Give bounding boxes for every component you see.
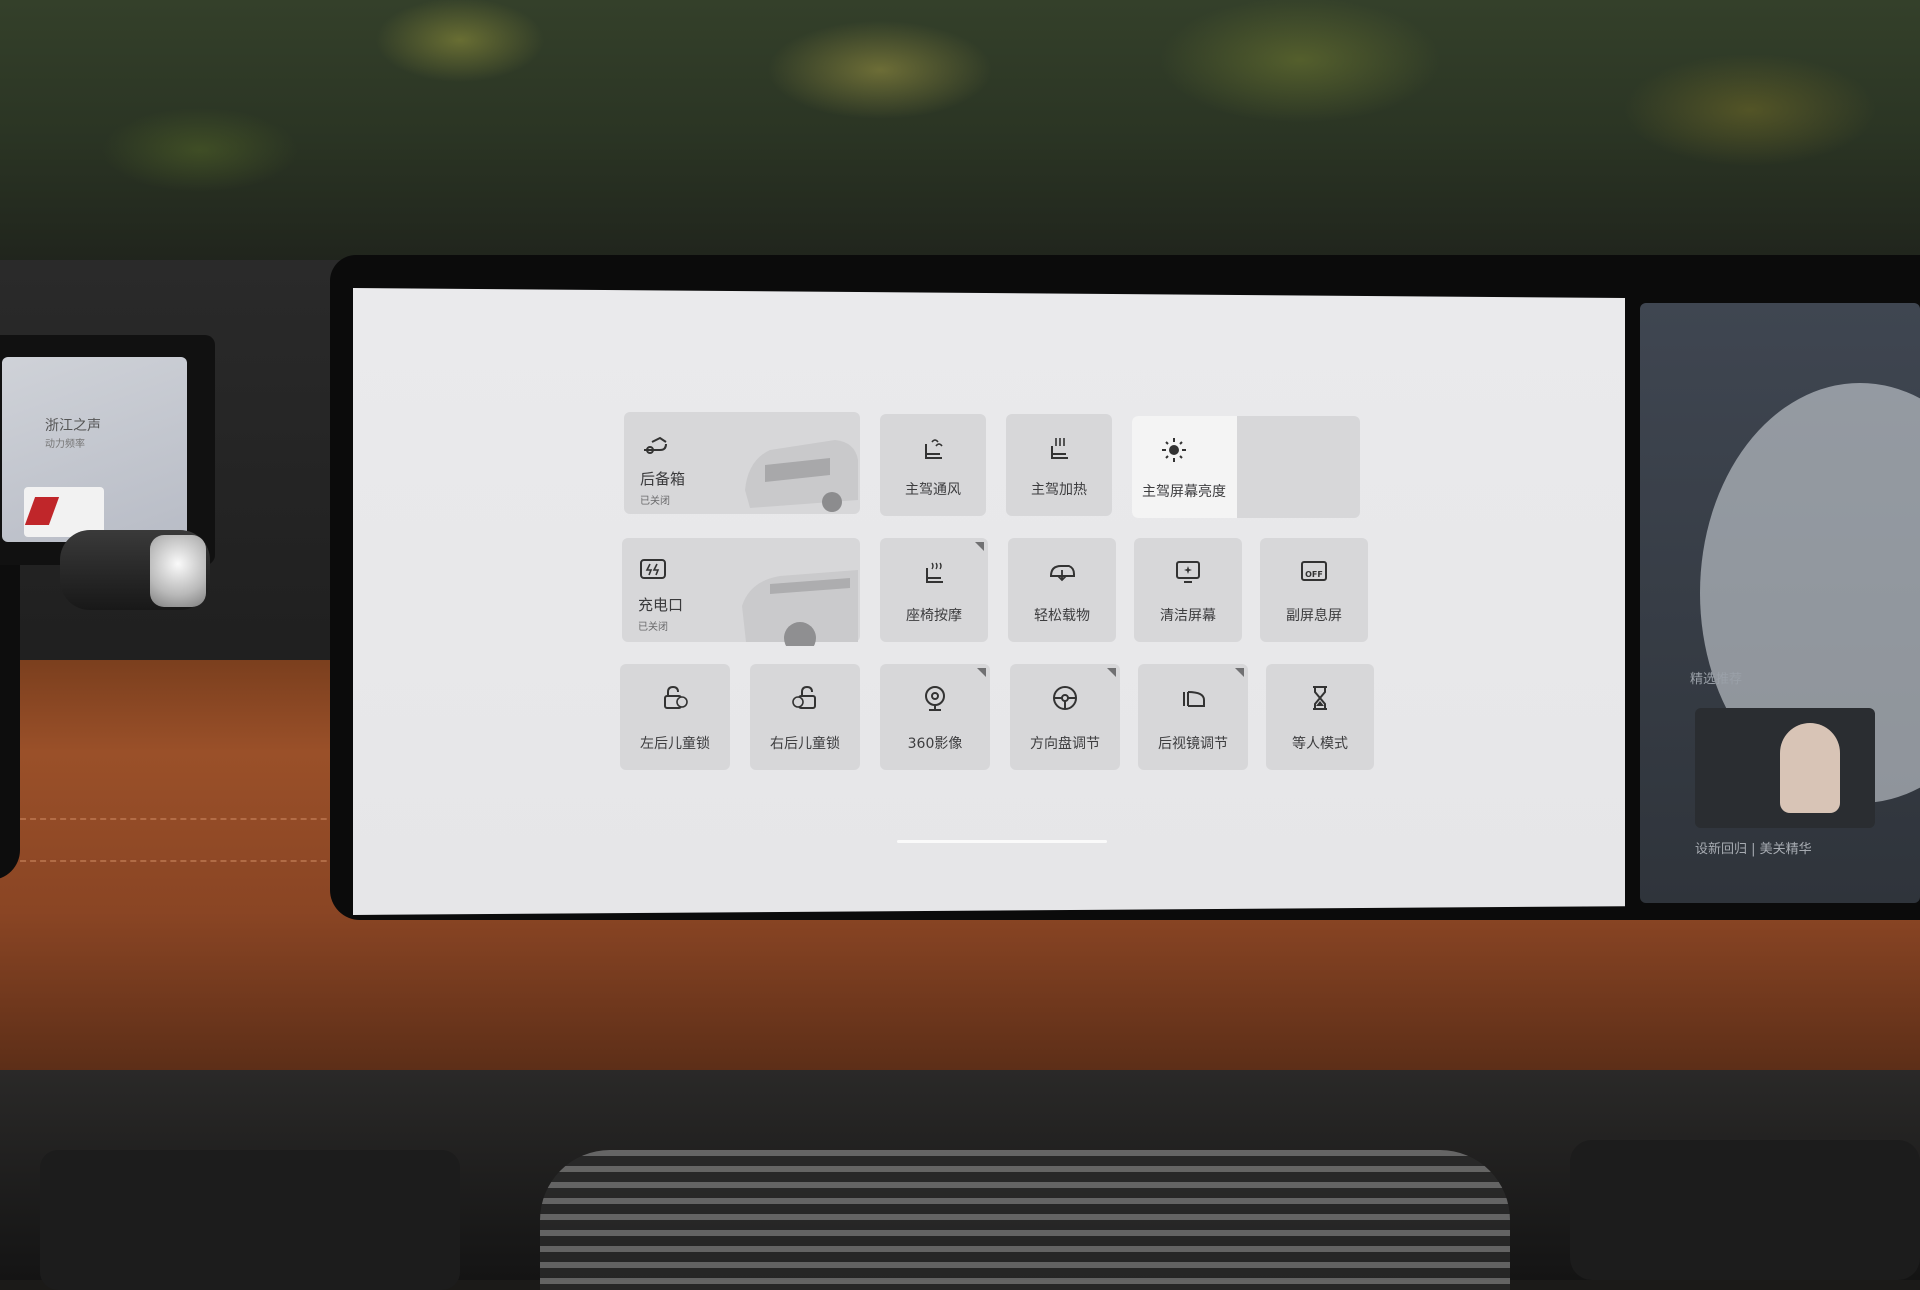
camera-360-label: 360影像 <box>907 736 963 752</box>
radio-station-title: 浙江之声 <box>45 418 101 434</box>
charge-port-card[interactable]: 充电口 已关闭 <box>622 538 860 646</box>
wait-mode-label: 等人模式 <box>1292 736 1348 752</box>
driver-heating-label: 主驾加热 <box>1031 482 1087 498</box>
passenger-display: 精选推荐 设新回归 | 美关精华 <box>1640 303 1920 903</box>
left-child-lock-label: 左后儿童锁 <box>640 736 710 752</box>
home-indicator-bar[interactable] <box>897 840 1107 843</box>
seat-massage-tile[interactable]: 座椅按摩 <box>880 538 988 642</box>
passenger-screen-off-tile[interactable]: OFF 副屏息屏 <box>1260 538 1368 642</box>
driver-heating-tile[interactable]: 主驾加热 <box>1006 414 1112 516</box>
mirror-icon <box>1183 691 1205 707</box>
recommend-tag: 精选推荐 <box>1690 672 1743 687</box>
charge-port-status: 已关闭 <box>638 622 668 633</box>
radio-station-subtitle: 动力频率 <box>45 439 85 450</box>
child-lock-left-icon <box>664 685 688 709</box>
right-child-lock-tile[interactable]: 右后儿童锁 <box>750 664 860 770</box>
more-options-indicator <box>1107 668 1116 677</box>
seat-massage-icon <box>926 562 943 583</box>
brightness-slider-fill[interactable] <box>1132 416 1237 518</box>
seat-massage-label: 座椅按摩 <box>906 608 962 624</box>
car-side-image <box>742 570 858 646</box>
air-vent-right <box>1570 1140 1920 1280</box>
brightness-label: 主驾屏幕亮度 <box>1142 484 1226 500</box>
cargo-icon <box>1049 565 1075 582</box>
steering-wheel-icon <box>1053 686 1077 710</box>
video-thumbnail[interactable] <box>1695 708 1875 828</box>
clean-screen-tile[interactable]: 清洁屏幕 <box>1134 538 1242 642</box>
clean-screen-icon <box>1176 561 1200 583</box>
mirror-adjust-tile[interactable]: 后视镜调节 <box>1138 664 1248 770</box>
camera-360-icon <box>925 686 945 711</box>
hourglass-icon <box>1313 686 1327 710</box>
right-child-lock-label: 右后儿童锁 <box>770 736 840 752</box>
video-caption: 设新回归 | 美关精华 <box>1695 842 1812 857</box>
gear-stalk-cap <box>150 535 206 607</box>
more-options-indicator <box>975 542 984 551</box>
screen-off-icon: OFF <box>1301 561 1327 581</box>
center-touchscreen <box>353 288 1625 915</box>
passenger-screen-off-label: 副屏息屏 <box>1286 608 1342 624</box>
seat-heating-icon <box>1051 438 1068 459</box>
easy-cargo-tile[interactable]: 轻松载物 <box>1008 538 1116 642</box>
more-options-indicator <box>977 668 986 677</box>
air-vent-left <box>40 1150 460 1290</box>
steering-wheel-tile[interactable]: 方向盘调节 <box>1010 664 1120 770</box>
trunk-title: 后备箱 <box>640 470 686 488</box>
camera-360-tile[interactable]: 360影像 <box>880 664 990 770</box>
mirror-adjust-label: 后视镜调节 <box>1158 736 1228 752</box>
left-child-lock-tile[interactable]: 左后儿童锁 <box>620 664 730 770</box>
brightness-icon <box>1162 438 1186 462</box>
wait-mode-tile[interactable]: 等人模式 <box>1266 664 1374 770</box>
trunk-icon <box>644 436 667 454</box>
charge-port-title: 充电口 <box>638 596 684 614</box>
child-lock-right-icon <box>792 685 816 709</box>
seat-ventilation-icon <box>925 439 943 459</box>
clean-screen-label: 清洁屏幕 <box>1160 608 1216 624</box>
background-foliage <box>0 0 1920 290</box>
car-rear-image <box>745 440 858 512</box>
instrument-display-panel <box>2 357 187 542</box>
trunk-card[interactable]: 后备箱 已关闭 <box>624 412 860 514</box>
trunk-status: 已关闭 <box>640 496 670 507</box>
driver-ventilation-tile[interactable]: 主驾通风 <box>880 414 986 516</box>
screen-off-glyph: OFF <box>1305 570 1323 579</box>
charge-port-icon <box>640 559 666 579</box>
more-options-indicator <box>1235 668 1244 677</box>
driver-ventilation-label: 主驾通风 <box>905 482 961 498</box>
steering-wheel-label: 方向盘调节 <box>1030 736 1100 752</box>
air-vent-center <box>540 1150 1510 1290</box>
easy-cargo-label: 轻松载物 <box>1034 608 1090 624</box>
driver-brightness-tile[interactable]: 主驾屏幕亮度 <box>1132 416 1360 518</box>
